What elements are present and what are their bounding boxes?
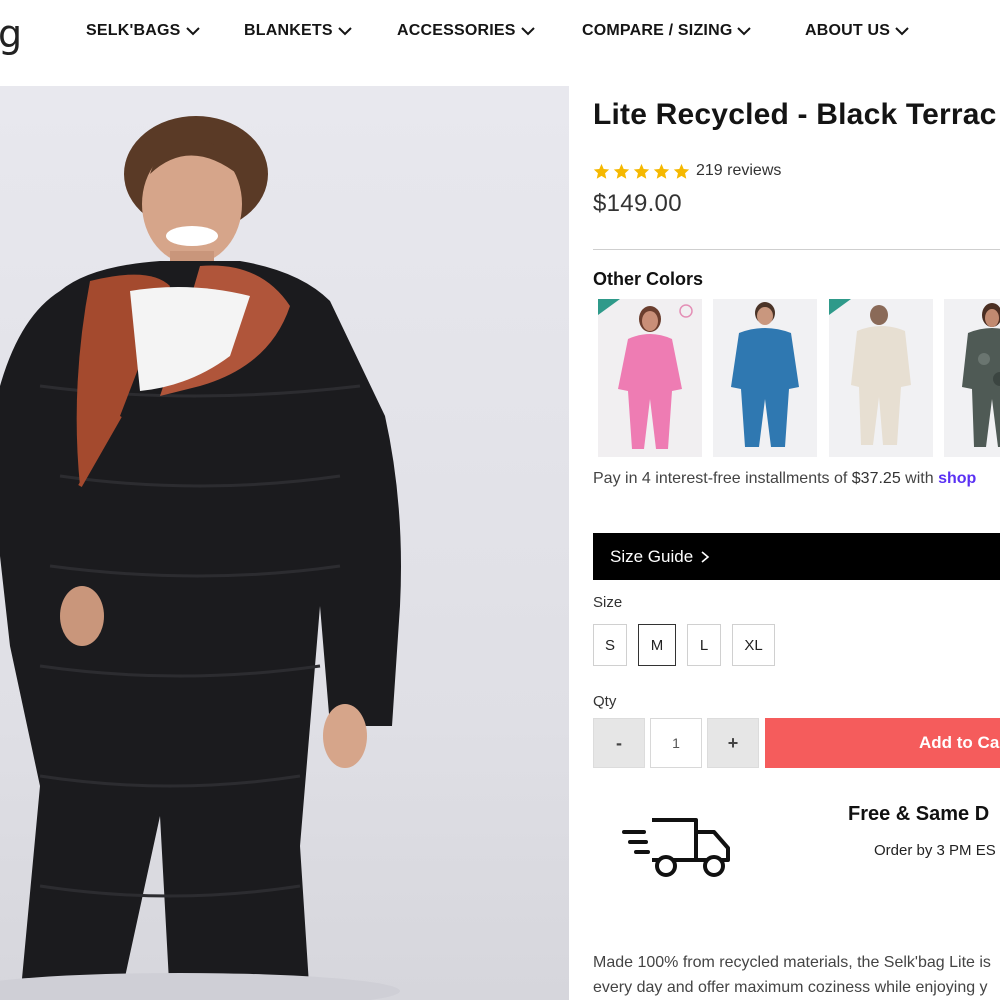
size-label: Size [593, 594, 623, 611]
color-swatch-blue[interactable] [713, 299, 817, 457]
installments-text: Pay in 4 interest-free installments of $… [593, 470, 976, 488]
nav-item-selkbags[interactable]: SELK'BAGS [86, 22, 201, 40]
description-line: Made 100% from recycled materials, the S… [593, 954, 991, 971]
add-to-cart-button[interactable]: Add to Ca [765, 718, 1000, 768]
site-header: g SELK'BAGS BLANKETS ACCESSORIES COMPARE… [0, 0, 1000, 84]
nav-item-label: COMPARE / SIZING [582, 22, 733, 39]
product-description: Made 100% from recycled materials, the S… [593, 950, 1000, 1000]
other-colors-heading: Other Colors [593, 269, 704, 289]
description-line: every day and offer maximum coziness whi… [593, 979, 988, 996]
size-option-m[interactable]: M [638, 624, 676, 666]
shop-pay-logo[interactable]: shop [938, 470, 976, 487]
shipping-title: Free & Same D [848, 803, 990, 825]
nav-item-compare-sizing[interactable]: COMPARE / SIZING [582, 22, 752, 40]
chevron-right-icon [701, 550, 710, 563]
product-title: Lite Recycled - Black Terrac [593, 98, 997, 131]
size-option-l[interactable]: L [687, 624, 721, 666]
nav-item-label: SELK'BAGS [86, 22, 181, 39]
model-in-black-suit-illustration [0, 116, 401, 1000]
installments-prefix: Pay in 4 interest-free installments of [593, 470, 852, 487]
size-option-s[interactable]: S [593, 624, 627, 666]
nav-item-label: BLANKETS [244, 22, 333, 39]
nav-item-label: ABOUT US [805, 22, 891, 39]
chevron-down-icon [338, 27, 352, 36]
star-icon [613, 163, 630, 179]
color-swatch-cream[interactable] [829, 299, 933, 457]
installments-amount: $37.25 [851, 470, 901, 487]
size-guide-button[interactable]: Size Guide [593, 533, 1000, 580]
shipping-subtitle: Order by 3 PM ES [874, 842, 996, 859]
brand-logo[interactable]: g [0, 12, 22, 56]
nav-item-accessories[interactable]: ACCESSORIES [397, 22, 536, 40]
divider [593, 249, 1000, 250]
nav-item-blankets[interactable]: BLANKETS [244, 22, 353, 40]
size-guide-label: Size Guide [610, 546, 694, 566]
delivery-truck-icon [622, 818, 730, 877]
chevron-down-icon [185, 27, 200, 36]
qty-input[interactable]: 1 [650, 718, 702, 768]
size-option-xl[interactable]: XL [732, 624, 775, 666]
product-price: $149.00 [593, 190, 682, 217]
qty-label: Qty [593, 693, 617, 710]
color-swatch-pink[interactable] [598, 299, 702, 457]
nav-item-about-us[interactable]: ABOUT US [805, 22, 910, 40]
star-icon [633, 163, 650, 179]
nav-item-label: ACCESSORIES [397, 22, 516, 39]
qty-increment-button[interactable]: + [707, 718, 759, 768]
chevron-down-icon [520, 27, 535, 36]
chevron-down-icon [737, 27, 752, 36]
rating-summary[interactable]: 219 reviews [593, 162, 781, 180]
qty-decrement-button[interactable]: - [593, 718, 645, 768]
star-icon [673, 163, 690, 179]
reviews-count-link[interactable]: 219 reviews [696, 162, 781, 180]
star-icon [653, 163, 670, 179]
installments-middle: with [900, 470, 939, 487]
chevron-down-icon [895, 27, 909, 36]
product-main-image[interactable] [0, 86, 569, 1000]
color-swatch-dark-camo[interactable] [944, 299, 1000, 457]
star-icon [593, 163, 610, 179]
